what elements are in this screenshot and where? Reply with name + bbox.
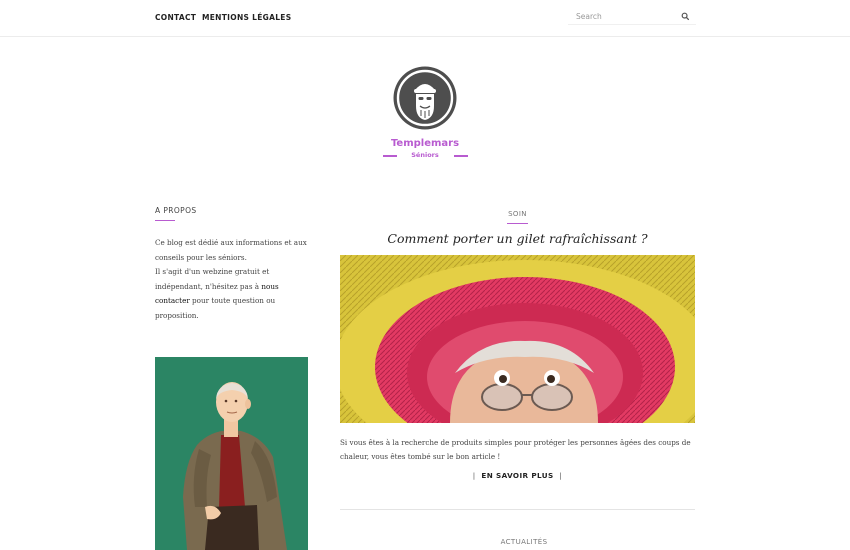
site-subtitle: Séniors: [411, 151, 439, 159]
site-logo[interactable]: [393, 66, 457, 130]
nav-legal-link[interactable]: MENTIONS LÉGALES: [202, 13, 291, 22]
about-heading: A PROPOS: [155, 206, 197, 215]
about-paragraph-1: Ce blog est dédié aux informations et au…: [155, 238, 307, 262]
read-more-button[interactable]: | EN SAVOIR PLUS |: [470, 471, 565, 480]
nav-contact-link[interactable]: CONTACT: [155, 13, 196, 22]
bearded-man-logo-icon: [393, 66, 457, 130]
post-featured-image[interactable]: [340, 255, 695, 423]
post-title-link[interactable]: Comment porter un gilet rafraîchissant ?: [340, 231, 695, 246]
post-category-link[interactable]: SOIN: [480, 210, 555, 218]
read-more-bar-left: |: [472, 471, 476, 480]
about-text: Ce blog est dédié aux informations et au…: [155, 236, 310, 323]
search-box: [568, 8, 696, 25]
post-category-underline: [507, 223, 528, 224]
post-excerpt: Si vous êtes à la recherche de produits …: [340, 438, 691, 461]
top-bar: CONTACT MENTIONS LÉGALES: [0, 0, 850, 37]
read-more-bar-right: |: [559, 471, 563, 480]
search-input[interactable]: [568, 8, 676, 25]
site-title[interactable]: Templemars: [370, 138, 480, 149]
subtitle-line-right: [454, 155, 468, 157]
read-more-label: EN SAVOIR PLUS: [481, 471, 554, 480]
next-post-category-link[interactable]: ACTUALITÉS: [480, 538, 568, 546]
search-icon[interactable]: [679, 10, 692, 23]
about-underline: [155, 220, 175, 221]
post-divider: [340, 509, 695, 510]
sidebar-portrait-image: [155, 357, 308, 550]
about-paragraph-2-start: Il s'agit d'un webzine gratuit et indépe…: [155, 267, 270, 291]
